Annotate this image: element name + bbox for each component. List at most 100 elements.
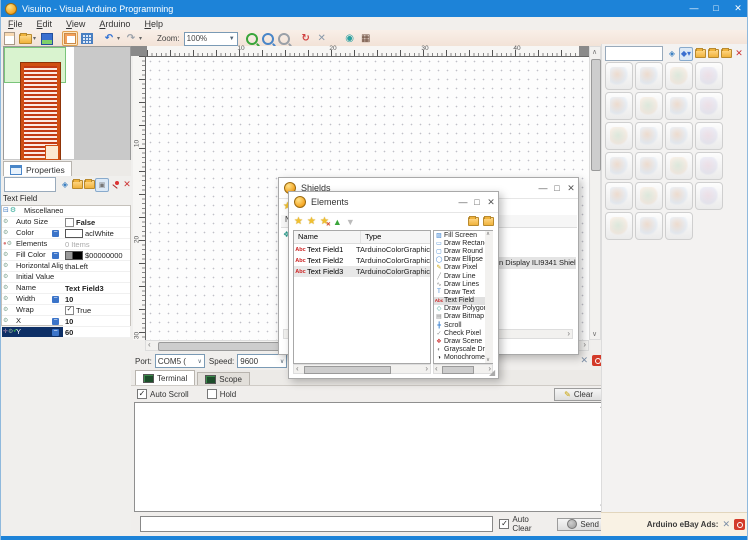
move-down-icon[interactable]: ▼ [346,217,355,227]
palette-item[interactable]: Abc Text Field [434,297,492,305]
property-value[interactable]: 10 [65,295,73,304]
component-button[interactable] [635,62,663,90]
property-value[interactable]: aclWhite [85,229,114,238]
component-button[interactable] [695,122,723,150]
serial-tab[interactable]: Scope [197,372,250,385]
scroll-left-icon[interactable]: ‹ [148,340,151,349]
save-button[interactable] [40,32,54,45]
collapse-badge-icon[interactable]: − [52,230,59,237]
property-value[interactable]: Text Field3 [65,284,104,293]
web-button[interactable]: ◉ [343,32,357,45]
board-view-button[interactable] [62,31,78,46]
grid-view-button[interactable] [80,32,94,45]
element-row[interactable]: Abc Text Field2 TArduinoColorGraphic. [294,255,430,266]
canvas-vertical-scrollbar[interactable]: ∧ ∨ [589,46,601,340]
undo-dropdown[interactable]: ▾ [117,35,123,42]
auto-scroll-checkbox[interactable] [137,389,147,399]
palette-item[interactable]: T Draw Text [434,288,492,296]
close-properties-button[interactable]: ✕ [121,179,133,191]
pin-button[interactable] [109,179,121,191]
maximize-button[interactable]: □ [550,179,564,197]
open-elements-button[interactable] [467,216,479,228]
port-combobox[interactable]: COM5 (∨ [155,354,205,368]
open-folder-button[interactable] [707,48,719,60]
elements-dialog-titlebar[interactable]: Elements — □ ✕ [289,192,498,213]
palette-item[interactable]: ╋ Scroll [434,321,492,329]
palette-item[interactable]: ◐ Grayscale Draw S [434,346,492,354]
hold-checkbox[interactable] [207,389,217,399]
palette-horizontal-scrollbar[interactable]: ‹ › [433,364,493,374]
add-element-icon[interactable]: ★ [294,217,303,227]
scroll-right-icon[interactable]: › [567,329,570,338]
save-folder-button[interactable] [720,48,732,60]
arrange-button[interactable]: ◆▾ [679,47,693,61]
serial-tab[interactable]: Terminal [135,370,195,385]
palette-item[interactable]: ◑ Monochrome Draw [434,354,492,362]
palette-item[interactable]: ✓ Check Pixel [434,329,492,337]
auto-clear-checkbox[interactable] [499,519,509,529]
property-row[interactable]: ⚙ Width − 10 [2,294,130,305]
scrollbar-thumb[interactable] [304,366,391,374]
power-icon[interactable] [734,519,745,530]
component-button[interactable] [605,182,633,210]
scroll-up-icon[interactable]: ∧ [592,48,597,56]
menu-item[interactable]: Edit [30,19,60,29]
component-button[interactable] [665,92,693,120]
property-value[interactable]: $00000000 [85,251,123,260]
component-button[interactable] [635,182,663,210]
menu-item[interactable]: File [1,19,30,29]
property-value[interactable]: False [76,218,95,227]
clear-search-button[interactable]: ✕ [733,48,745,60]
property-value[interactable]: True [76,306,91,315]
palette-item[interactable]: ◯ Draw Ellipse [434,256,492,264]
resize-grip[interactable]: ◢ [489,369,497,377]
property-row[interactable]: ⚙ Elements − 0 Items [2,239,130,250]
property-row[interactable]: ⚙ Fill Color − $00000000 [2,250,130,261]
close-button[interactable]: ✕ [564,179,578,197]
palette-item[interactable]: ╱ Draw Line [434,272,492,280]
filter-icon[interactable]: ◈ [666,48,678,60]
overview-thumbnail[interactable] [3,46,131,162]
component-button[interactable] [695,152,723,180]
property-checkbox[interactable] [65,218,74,227]
collapse-badge-icon[interactable]: − [52,296,59,303]
collapse-badge-icon[interactable]: − [52,329,59,336]
component-button[interactable] [605,212,633,240]
save-elements-button[interactable] [482,216,494,228]
scroll-left-icon[interactable]: ‹ [435,364,438,373]
property-row[interactable]: ⚙ Wrap − True [2,305,130,316]
scroll-up-icon[interactable]: ∧ [486,231,490,237]
redo-button[interactable]: ↷ [124,32,138,45]
close-button[interactable]: ✕ [727,0,748,17]
elements-horizontal-scrollbar[interactable]: ‹ › [293,364,431,374]
scrollbar-thumb[interactable] [442,366,474,374]
type-column-header[interactable]: Type [361,231,381,243]
palette-item[interactable]: ▭ Draw Rectangle [434,239,492,247]
close-button[interactable]: ✕ [484,193,498,211]
open-button[interactable] [18,32,32,45]
redo-dropdown[interactable]: ▾ [139,35,145,42]
element-row[interactable]: Abc Text Field3 TArduinoColorGraphic. [294,266,430,277]
palette-item[interactable]: ▨ Fill Screen [434,231,492,239]
property-row[interactable]: ⚙ Miscellaneous − [2,206,130,217]
component-button[interactable] [665,122,693,150]
component-button[interactable] [665,62,693,90]
selected-shield-row[interactable]: n Display ILI9341 Shield [499,257,576,269]
refresh-button[interactable]: ↻ [299,32,313,45]
component-button[interactable] [605,122,633,150]
property-row[interactable]: ⚙ Y − 60 [2,327,130,338]
terminal-output[interactable]: ▲ ▼ [134,402,608,512]
component-button[interactable] [635,122,663,150]
property-row[interactable]: ⚙ Name − Text Field3 [2,283,130,294]
component-button[interactable] [635,152,663,180]
scroll-left-icon[interactable]: ‹ [296,364,299,373]
component-button[interactable] [605,62,633,90]
minimize-button[interactable]: — [456,193,470,211]
palette-item[interactable]: ❖ Draw Scene [434,337,492,345]
open-dropdown[interactable]: ▾ [33,35,39,42]
menu-item[interactable]: Help [137,19,170,29]
component-button[interactable] [695,62,723,90]
scroll-right-icon[interactable]: › [583,340,586,349]
maximize-button[interactable]: □ [705,0,727,17]
clear-button[interactable]: ✎ Clear [554,388,603,401]
